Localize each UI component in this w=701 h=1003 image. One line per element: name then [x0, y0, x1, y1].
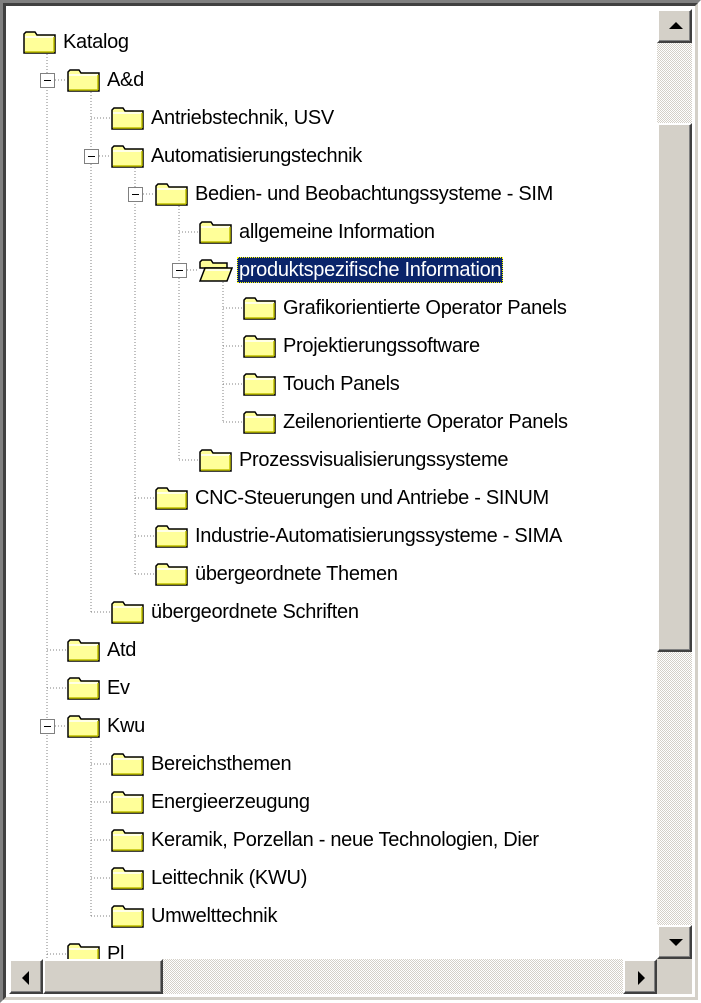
tree-node[interactable]: Zeilenorientierte Operator Panels: [9, 405, 657, 439]
horizontal-scrollbar[interactable]: [9, 959, 657, 994]
arrow-down-icon: [669, 939, 683, 946]
folder-icon: [155, 485, 189, 511]
tree-node[interactable]: Energieerzeugung: [9, 785, 657, 819]
collapse-minus-icon[interactable]: [40, 73, 55, 88]
tree-node[interactable]: Kwu: [9, 709, 657, 743]
collapse-minus-icon[interactable]: [40, 719, 55, 734]
tree-node[interactable]: Antriebstechnik, USV: [9, 101, 657, 135]
tree-node-label[interactable]: Atd: [105, 637, 138, 663]
vertical-scroll-thumb[interactable]: [657, 123, 692, 652]
folder-icon: [67, 941, 101, 959]
folder-icon: [111, 903, 145, 929]
collapse-minus-icon[interactable]: [84, 149, 99, 164]
folder-icon: [111, 599, 145, 625]
vertical-scrollbar[interactable]: [657, 9, 692, 959]
tree-node-label[interactable]: übergeordnete Themen: [193, 561, 400, 587]
tree-node-label[interactable]: Grafikorientierte Operator Panels: [281, 295, 569, 321]
tree-node[interactable]: CNC-Steuerungen und Antriebe - SINUM: [9, 481, 657, 515]
tree-node-label[interactable]: Katalog: [61, 29, 131, 55]
folder-icon: [243, 333, 277, 359]
folder-icon: [111, 865, 145, 891]
tree-node[interactable]: Projektierungssoftware: [9, 329, 657, 363]
folder-icon: [155, 181, 189, 207]
scrollbar-corner: [657, 959, 692, 994]
scroll-right-button[interactable]: [623, 959, 657, 994]
folder-icon: [243, 295, 277, 321]
folder-icon: [155, 523, 189, 549]
tree-node-label[interactable]: Antriebstechnik, USV: [149, 105, 336, 131]
tree-node[interactable]: Bereichsthemen: [9, 747, 657, 781]
tree-node-label[interactable]: Bereichsthemen: [149, 751, 293, 777]
tree-node[interactable]: Leittechnik (KWU): [9, 861, 657, 895]
folder-icon: [199, 219, 233, 245]
tree-node-label[interactable]: Zeilenorientierte Operator Panels: [281, 409, 570, 435]
tree-node[interactable]: übergeordnete Themen: [9, 557, 657, 591]
folder-icon: [199, 447, 233, 473]
tree-node[interactable]: übergeordnete Schriften: [9, 595, 657, 629]
arrow-right-icon: [638, 971, 645, 985]
folder-icon: [111, 789, 145, 815]
tree-node-label[interactable]: übergeordnete Schriften: [149, 599, 361, 625]
tree-node[interactable]: Katalog: [9, 25, 657, 59]
tree-node[interactable]: Ev: [9, 671, 657, 705]
tree-node-label[interactable]: CNC-Steuerungen und Antriebe - SINUM: [193, 485, 551, 511]
tree-node[interactable]: Atd: [9, 633, 657, 667]
folder-icon: [243, 371, 277, 397]
tree-node-label[interactable]: Leittechnik (KWU): [149, 865, 309, 891]
folder-icon: [67, 637, 101, 663]
tree-node-label[interactable]: Pl: [105, 941, 126, 959]
tree-node-label[interactable]: Energieerzeugung: [149, 789, 312, 815]
tree-node-label[interactable]: Touch Panels: [281, 371, 401, 397]
tree-node[interactable]: Pl: [9, 937, 657, 959]
tree-node[interactable]: Automatisierungstechnik: [9, 139, 657, 173]
folder-icon: [67, 67, 101, 93]
arrow-left-icon: [22, 971, 29, 985]
collapse-minus-icon[interactable]: [172, 263, 187, 278]
tree-node-label[interactable]: Industrie-Automatisierungssysteme - SIMA: [193, 523, 564, 549]
tree-node[interactable]: A&d: [9, 63, 657, 97]
tree-node-label[interactable]: Automatisierungstechnik: [149, 143, 364, 169]
tree-node[interactable]: Prozessvisualisierungssysteme: [9, 443, 657, 477]
folder-icon: [67, 713, 101, 739]
tree-node-label[interactable]: produktspezifische Information: [237, 257, 504, 283]
tree-node[interactable]: Bedien- und Beobachtungssysteme - SIM: [9, 177, 657, 211]
tree-node[interactable]: allgemeine Information: [9, 215, 657, 249]
tree-view[interactable]: Katalog A&d Antriebstechnik, USV Automatisi…: [9, 9, 657, 959]
tree-node-label[interactable]: Kwu: [105, 713, 147, 739]
tree-node[interactable]: produktspezifische Information: [9, 253, 657, 287]
folder-open-icon: [198, 257, 234, 283]
folder-icon: [111, 827, 145, 853]
folder-icon: [111, 143, 145, 169]
folder-icon: [23, 29, 57, 55]
scroll-down-button[interactable]: [657, 925, 692, 959]
tree-node[interactable]: Umwelttechnik: [9, 899, 657, 933]
arrow-up-icon: [669, 22, 683, 29]
tree-node-label[interactable]: Ev: [105, 675, 132, 701]
tree-node-label[interactable]: allgemeine Information: [237, 219, 437, 245]
folder-icon: [243, 409, 277, 435]
scroll-left-button[interactable]: [9, 959, 43, 994]
tree-node[interactable]: Touch Panels: [9, 367, 657, 401]
scroll-up-button[interactable]: [657, 9, 692, 43]
tree-node[interactable]: Keramik, Porzellan - neue Technologien, …: [9, 823, 657, 857]
tree-node-label[interactable]: Prozessvisualisierungssysteme: [237, 447, 510, 473]
tree-node[interactable]: Industrie-Automatisierungssysteme - SIMA: [9, 519, 657, 553]
tree-node-label[interactable]: Projektierungssoftware: [281, 333, 482, 359]
folder-icon: [111, 105, 145, 131]
tree-view-frame: Katalog A&d Antriebstechnik, USV Automatisi…: [0, 0, 701, 1003]
tree-node-label[interactable]: A&d: [105, 67, 146, 93]
tree-node-label[interactable]: Umwelttechnik: [149, 903, 279, 929]
tree-node-label[interactable]: Bedien- und Beobachtungssysteme - SIM: [193, 181, 555, 207]
tree-node[interactable]: Grafikorientierte Operator Panels: [9, 291, 657, 325]
tree-node-label[interactable]: Keramik, Porzellan - neue Technologien, …: [149, 827, 541, 853]
folder-icon: [111, 751, 145, 777]
horizontal-scroll-thumb[interactable]: [43, 959, 163, 994]
folder-icon: [67, 675, 101, 701]
collapse-minus-icon[interactable]: [128, 187, 143, 202]
folder-icon: [155, 561, 189, 587]
